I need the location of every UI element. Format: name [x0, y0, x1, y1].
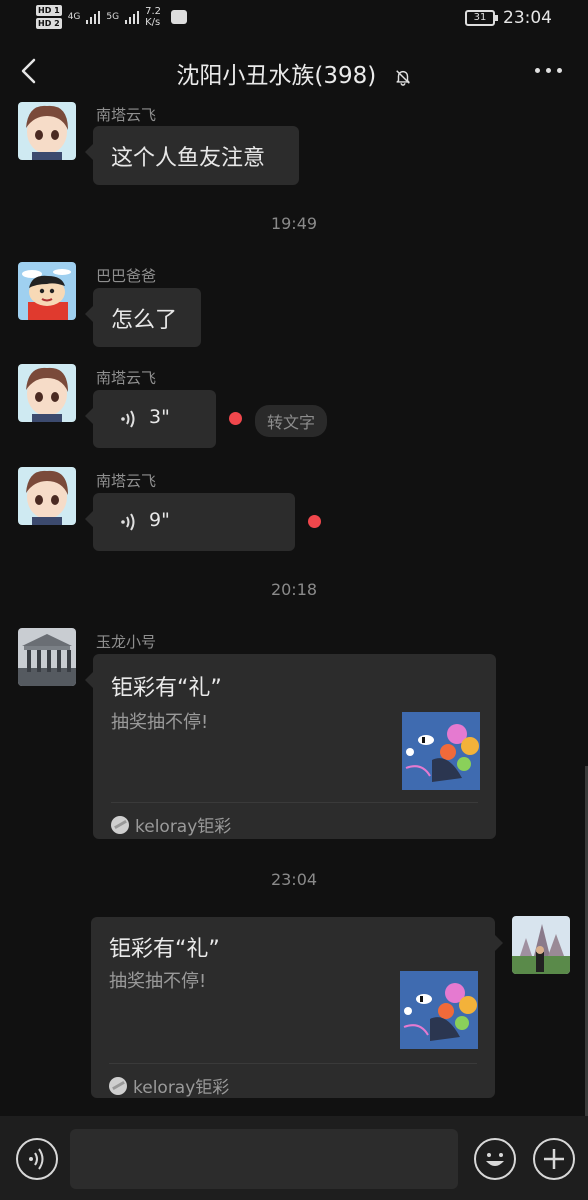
- plus-button[interactable]: [533, 1138, 575, 1180]
- unread-dot: [308, 515, 321, 528]
- battery-level: 31: [473, 12, 487, 23]
- timestamp: 19:49: [270, 214, 318, 233]
- message-bubble[interactable]: 这个人鱼友注意: [85, 126, 299, 185]
- card-source-name: keloray钜彩: [135, 817, 232, 837]
- card-title: 钜彩有“礼”: [109, 937, 220, 962]
- more-icon[interactable]: [535, 68, 562, 73]
- card-source: keloray钜彩: [109, 1073, 229, 1098]
- source-logo-icon: [109, 1076, 127, 1095]
- voice-input-button[interactable]: [16, 1138, 58, 1180]
- card-source: keloray钜彩: [111, 812, 231, 837]
- signal2-icon: [125, 10, 140, 24]
- hd1-badge: HD 1: [36, 5, 62, 16]
- card-description: 抽奖抽不停!: [111, 712, 209, 733]
- signal1-icon: [86, 10, 101, 24]
- message-input[interactable]: [70, 1129, 458, 1189]
- timestamp: 23:04: [270, 870, 318, 889]
- card-title: 钜彩有“礼”: [111, 676, 222, 701]
- avatar[interactable]: [18, 364, 76, 422]
- battery-icon: 31: [465, 10, 498, 26]
- card-thumbnail: [400, 971, 478, 1049]
- network1-label: 4G: [67, 12, 81, 22]
- input-bar: [0, 1116, 588, 1200]
- voice-duration: 3": [149, 406, 170, 428]
- unread-dot: [229, 412, 242, 425]
- voice-message-bubble[interactable]: 3": [85, 390, 216, 448]
- chat-title: 沈阳小丑水族(398): [176, 63, 377, 89]
- voice-input-icon: [29, 1148, 44, 1170]
- sender-name: 南塔云飞: [96, 369, 157, 387]
- avatar[interactable]: [18, 467, 76, 525]
- plus-icon: [544, 1149, 564, 1169]
- notification-icon: [171, 10, 187, 24]
- source-logo-icon: [111, 815, 129, 834]
- chat-title-area[interactable]: 沈阳小丑水族(398): [0, 56, 588, 90]
- voice-message-bubble[interactable]: 9": [85, 493, 295, 551]
- transcribe-button[interactable]: 转文字: [255, 405, 328, 437]
- avatar[interactable]: [18, 102, 76, 160]
- message-list[interactable]: 南塔云飞 这个人鱼友注意 19:49 巴巴爸爸 怎么了 南塔云飞 3" 转文字 …: [0, 102, 588, 1116]
- sender-name: 南塔云飞: [96, 472, 157, 490]
- sender-name: 南塔云飞: [96, 106, 157, 124]
- self-avatar[interactable]: [512, 916, 570, 974]
- network2-label: 5G: [106, 12, 120, 22]
- emoji-icon: [486, 1153, 504, 1166]
- card-source-name: keloray钜彩: [133, 1078, 230, 1098]
- hd-indicator: HD 1 HD 2: [36, 4, 62, 30]
- speed-value: 7.2: [145, 6, 161, 17]
- status-time: 23:04: [503, 8, 552, 28]
- voice-duration: 9": [149, 509, 170, 531]
- chat-header: 沈阳小丑水族(398): [0, 40, 588, 102]
- emoji-button[interactable]: [474, 1138, 516, 1180]
- message-text: 怎么了: [111, 308, 178, 333]
- message-bubble[interactable]: 怎么了: [85, 288, 201, 347]
- avatar[interactable]: [18, 262, 76, 320]
- network-speed: 7.2 K/s: [145, 6, 161, 28]
- voice-wave-icon: [121, 410, 135, 428]
- avatar[interactable]: [18, 628, 76, 686]
- message-text: 这个人鱼友注意: [111, 146, 266, 171]
- sender-name: 玉龙小号: [96, 633, 157, 651]
- status-right: 31 23:04: [465, 8, 552, 28]
- mute-bell-icon: [395, 69, 410, 86]
- card-thumbnail: [402, 712, 480, 790]
- card-divider: [109, 1063, 477, 1064]
- sender-name: 巴巴爸爸: [96, 267, 157, 285]
- status-left: HD 1 HD 2 4G 5G 7.2 K/s: [36, 4, 187, 30]
- link-card[interactable]: 钜彩有“礼” 抽奖抽不停! keloray钜彩: [91, 917, 503, 1098]
- speed-unit: K/s: [145, 17, 161, 28]
- voice-wave-icon: [121, 513, 135, 531]
- status-bar: HD 1 HD 2 4G 5G 7.2 K/s 31 23:04: [0, 0, 588, 38]
- card-description: 抽奖抽不停!: [109, 971, 207, 992]
- link-card[interactable]: 钜彩有“礼” 抽奖抽不停! keloray钜彩: [85, 654, 496, 839]
- card-divider: [111, 802, 478, 803]
- hd2-badge: HD 2: [36, 18, 62, 29]
- timestamp: 20:18: [270, 580, 318, 599]
